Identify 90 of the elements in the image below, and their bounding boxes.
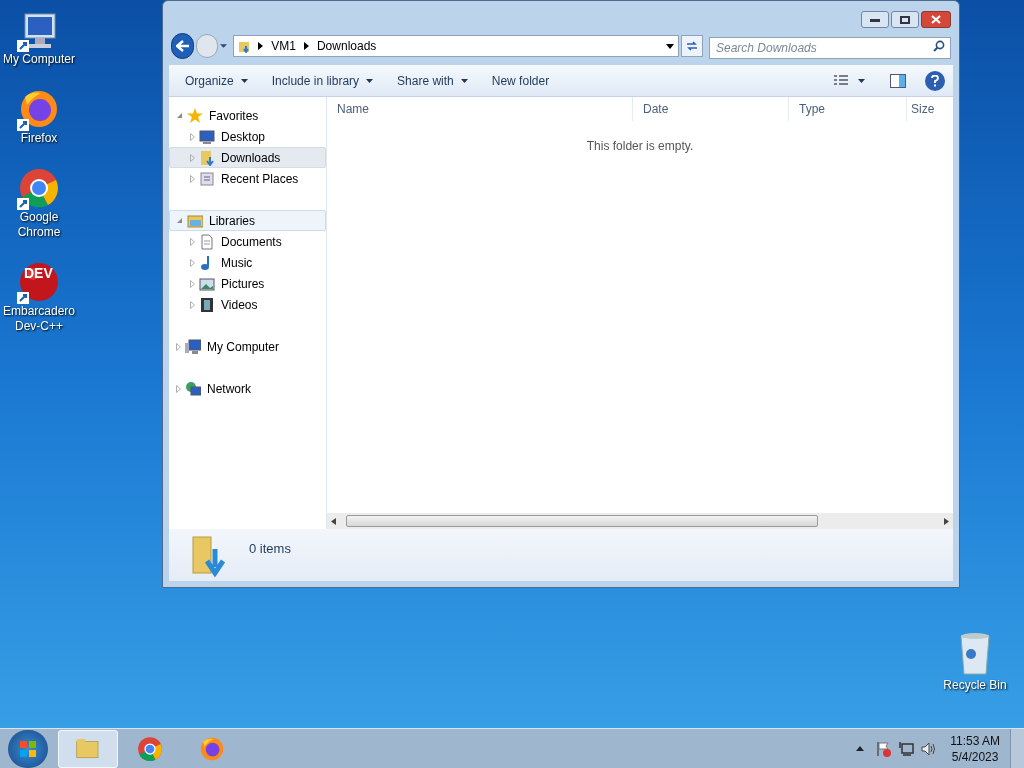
show-hidden-icons-icon bbox=[856, 746, 865, 751]
breadcrumb-item[interactable]: Downloads bbox=[314, 37, 379, 55]
collapsed-arrow-icon bbox=[190, 174, 195, 183]
toolbar-button[interactable]: Organize bbox=[177, 68, 256, 93]
pane-icon bbox=[890, 73, 906, 88]
back-arrow-icon bbox=[175, 40, 190, 52]
caret-icon bbox=[366, 78, 374, 83]
desktop-icon-label[interactable]: Google Chrome bbox=[0, 210, 78, 240]
computer-icon bbox=[185, 338, 201, 355]
recent-places-icon bbox=[199, 170, 215, 187]
collapsed-arrow-icon bbox=[190, 279, 195, 288]
nav-item[interactable]: Videos bbox=[169, 294, 326, 315]
collapsed-arrow-icon bbox=[190, 153, 195, 162]
search-field[interactable]: Search Downloads bbox=[709, 37, 951, 59]
scroll-left-icon bbox=[331, 517, 336, 525]
address-bar[interactable]: VM1 Downloads bbox=[233, 35, 680, 57]
refresh-icon bbox=[685, 40, 700, 52]
column-header[interactable]: Type bbox=[789, 97, 907, 121]
folder-icon bbox=[199, 149, 215, 166]
library-folder-icon bbox=[187, 212, 203, 229]
nav-group[interactable]: Libraries bbox=[169, 210, 326, 231]
nav-group[interactable]: My Computer bbox=[169, 336, 326, 357]
logo-text: DEV bbox=[24, 266, 53, 280]
windows-logo-icon bbox=[19, 739, 37, 758]
dropdown-caret-icon bbox=[666, 43, 675, 49]
nav-item[interactable]: Desktop bbox=[169, 126, 326, 147]
nav-item[interactable]: Music bbox=[169, 252, 326, 273]
expanded-arrow-icon bbox=[176, 112, 183, 119]
column-header[interactable]: Size bbox=[907, 97, 941, 121]
download-folder-icon bbox=[189, 535, 225, 577]
desktop-icon-label[interactable]: Firefox bbox=[20, 131, 58, 146]
desktop-icon-label[interactable]: Embarcadero Dev-C++ bbox=[0, 304, 78, 334]
toolbar-button[interactable]: Include in library bbox=[263, 68, 382, 93]
collapsed-arrow-icon bbox=[176, 342, 181, 351]
search-icon bbox=[933, 40, 945, 52]
speaker-icon bbox=[920, 740, 937, 757]
chevron-right-icon bbox=[303, 42, 309, 50]
minimize-icon bbox=[870, 17, 880, 22]
maximize-button[interactable] bbox=[891, 11, 919, 28]
nav-item[interactable]: Pictures bbox=[169, 273, 326, 294]
item-count: 0 items bbox=[249, 540, 291, 558]
collapsed-arrow-icon bbox=[190, 132, 195, 141]
desktop-icon-label[interactable]: My Computer bbox=[3, 52, 75, 67]
nav-group[interactable]: Favorites bbox=[169, 105, 326, 126]
flag-error-icon bbox=[876, 740, 893, 757]
horizontal-scrollbar[interactable] bbox=[327, 513, 953, 529]
caret-icon bbox=[460, 78, 468, 83]
picture-icon bbox=[199, 275, 215, 292]
help-button[interactable] bbox=[925, 70, 945, 91]
collapsed-arrow-icon bbox=[190, 300, 195, 309]
details-view-icon bbox=[834, 74, 848, 87]
taskbar-button[interactable] bbox=[58, 729, 118, 768]
clock-time[interactable]: 11:53 AM bbox=[950, 732, 1000, 749]
chevron-right-icon bbox=[258, 42, 264, 50]
collapsed-arrow-icon bbox=[190, 237, 195, 246]
network-globe-icon bbox=[185, 380, 201, 397]
star-icon bbox=[187, 107, 203, 124]
collapsed-arrow-icon bbox=[176, 384, 181, 393]
show-desktop-button[interactable] bbox=[1010, 728, 1024, 768]
nav-group[interactable]: Network bbox=[169, 378, 326, 399]
column-header[interactable]: Date bbox=[633, 97, 789, 121]
caret-icon bbox=[240, 78, 248, 83]
expanded-arrow-icon bbox=[176, 217, 183, 224]
close-button[interactable] bbox=[921, 11, 951, 28]
nav-item[interactable]: Documents bbox=[169, 231, 326, 252]
scrollbar-thumb[interactable] bbox=[346, 515, 818, 527]
close-icon bbox=[931, 15, 941, 24]
breadcrumb-item[interactable]: VM1 bbox=[269, 37, 298, 55]
back-button[interactable] bbox=[171, 33, 195, 59]
clock-date[interactable]: 5/4/2023 bbox=[951, 748, 999, 765]
toolbar-button[interactable]: New folder bbox=[483, 68, 558, 93]
network-icon bbox=[898, 740, 915, 757]
caret-icon bbox=[858, 78, 865, 83]
document-icon bbox=[199, 233, 215, 250]
minimize-button[interactable] bbox=[861, 11, 889, 28]
empty-folder-message: This folder is empty. bbox=[586, 138, 694, 153]
restore-icon bbox=[900, 15, 910, 24]
help-icon bbox=[931, 74, 939, 87]
toolbar-button[interactable]: Share with bbox=[389, 68, 476, 93]
nav-item[interactable]: Recent Places bbox=[169, 168, 326, 189]
nav-item[interactable]: Downloads bbox=[169, 147, 326, 168]
film-strip-icon bbox=[199, 296, 215, 313]
chrome-logo-icon bbox=[135, 734, 165, 763]
collapsed-arrow-icon bbox=[190, 258, 195, 267]
column-header[interactable]: Name bbox=[327, 97, 633, 121]
refresh-button[interactable] bbox=[681, 35, 703, 57]
scroll-right-icon bbox=[944, 517, 949, 525]
caret-icon bbox=[220, 43, 228, 49]
monitor-icon bbox=[199, 128, 215, 145]
start-button[interactable] bbox=[8, 729, 48, 768]
